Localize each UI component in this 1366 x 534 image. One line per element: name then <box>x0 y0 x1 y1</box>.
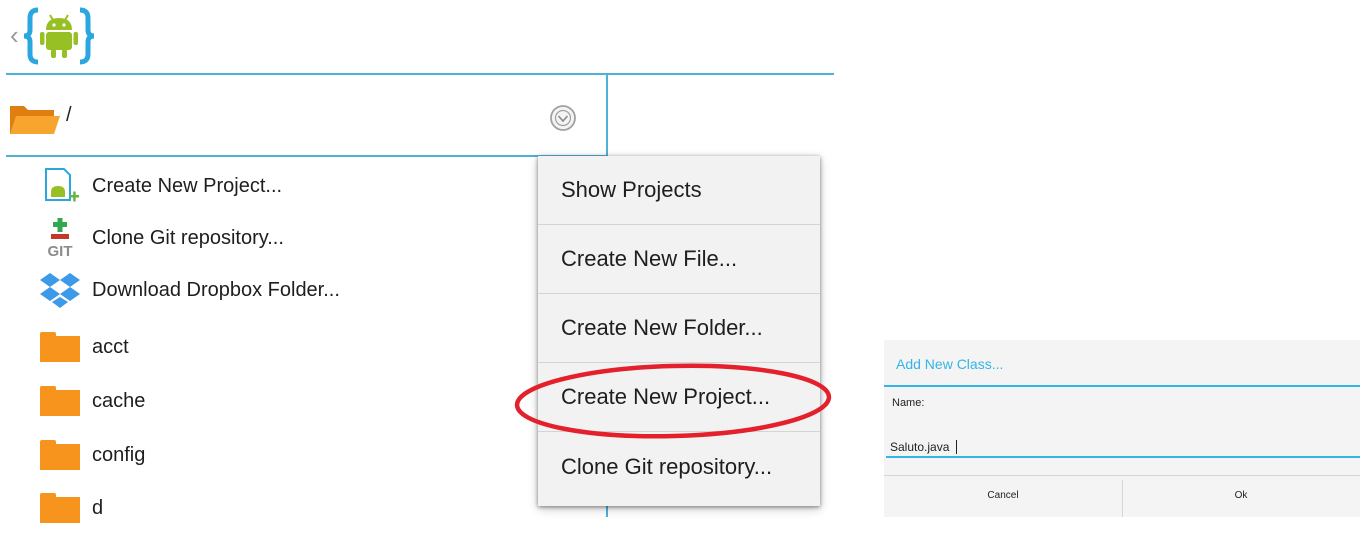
name-label: Name: <box>892 397 925 409</box>
back-chevron-icon[interactable]: ‹ <box>10 22 19 48</box>
menu-item-clone-git[interactable]: Clone Git repository... <box>538 432 820 501</box>
path-bar-divider <box>6 155 608 157</box>
folder-item-cache[interactable]: cache <box>38 375 145 427</box>
list-item-label: Create New Project... <box>92 174 283 197</box>
folder-item-config[interactable]: config <box>38 429 145 481</box>
dialog-title: Add New Class... <box>896 356 1004 372</box>
folder-item-d[interactable]: d <box>38 482 103 534</box>
circle-chevron-down-icon[interactable] <box>548 103 578 133</box>
path-bar-right-border <box>606 75 608 157</box>
list-item-label: Clone Git repository... <box>92 226 284 249</box>
text-caret <box>956 440 957 454</box>
context-menu: Show Projects Create New File... Create … <box>538 156 820 506</box>
folder-item-acct[interactable]: acct <box>38 321 129 373</box>
folder-name: config <box>92 443 146 466</box>
menu-item-show-projects[interactable]: Show Projects <box>538 156 820 225</box>
folder-name: d <box>92 496 104 519</box>
folder-icon <box>38 433 82 477</box>
folder-icon <box>38 325 82 369</box>
android-braces-logo-icon[interactable] <box>24 6 94 66</box>
folder-name: cache <box>92 389 146 412</box>
dropbox-icon <box>38 268 82 312</box>
dialog-buttons-divider <box>884 475 1360 476</box>
ok-button[interactable]: Ok <box>1122 490 1360 501</box>
menu-item-create-folder[interactable]: Create New Folder... <box>538 294 820 363</box>
folder-icon <box>38 379 82 423</box>
current-path: / <box>66 104 72 126</box>
dialog-title-divider <box>884 385 1360 387</box>
new-project-icon <box>38 164 82 208</box>
class-name-input[interactable] <box>886 438 1360 458</box>
folder-icon <box>38 486 82 530</box>
list-item-label: Download Dropbox Folder... <box>92 278 340 301</box>
add-class-dialog: Add New Class... Name: Cancel Ok <box>884 340 1360 517</box>
list-item-clone-git[interactable]: GIT Clone Git repository... <box>38 212 284 264</box>
list-item-create-project[interactable]: Create New Project... <box>38 160 282 212</box>
git-plus-icon: GIT <box>38 216 82 260</box>
highlight-ellipse <box>514 363 832 439</box>
list-item-dropbox[interactable]: Download Dropbox Folder... <box>38 264 340 316</box>
cancel-button[interactable]: Cancel <box>884 490 1122 501</box>
menu-item-create-file[interactable]: Create New File... <box>538 225 820 294</box>
header-divider <box>6 73 834 75</box>
svg-text:GIT: GIT <box>48 243 73 258</box>
folder-open-icon <box>10 106 60 134</box>
folder-name: acct <box>92 335 129 358</box>
